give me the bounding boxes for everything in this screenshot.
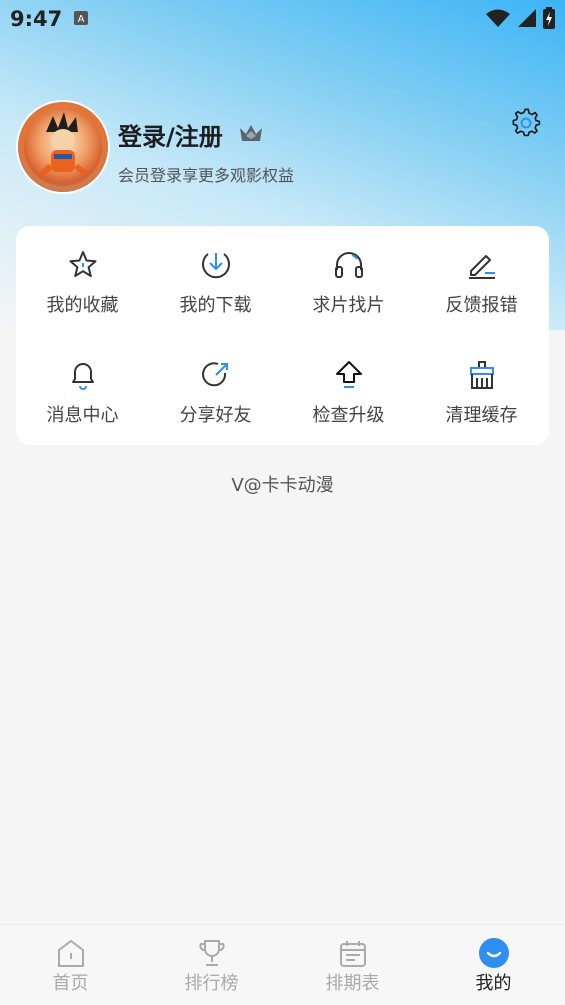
crown-icon	[240, 125, 262, 141]
trophy-icon	[198, 940, 225, 966]
grid-item-label: 检查升级	[312, 405, 385, 426]
grid-item-favorites[interactable]: 我的收藏	[16, 226, 149, 326]
tab-home[interactable]: 首页	[0, 925, 141, 1005]
bell-icon	[71, 363, 94, 390]
tab-mine[interactable]: 我的	[423, 925, 564, 1005]
share-icon	[201, 362, 228, 387]
login-subtitle: 会员登录享更多观影权益	[118, 166, 295, 185]
bottom-tab-bar: 首页 排行榜 排期表 我的	[0, 924, 565, 1005]
grid-item-downloads[interactable]: 我的下载	[149, 226, 282, 326]
grid-item-label: 我的收藏	[46, 295, 119, 316]
tab-schedule[interactable]: 排期表	[282, 925, 423, 1005]
tab-label: 排行榜	[184, 973, 239, 994]
grid-item-upgrade[interactable]: 检查升级	[282, 336, 415, 436]
wifi-icon	[486, 9, 510, 27]
version-text: V@卡卡动漫	[231, 475, 334, 496]
gear-icon[interactable]	[511, 108, 541, 138]
grid-item-clear-cache[interactable]: 清理缓存	[415, 336, 548, 436]
grid-item-request[interactable]: 求片找片	[282, 226, 415, 326]
broom-icon	[469, 361, 494, 389]
headphones-icon	[334, 252, 363, 278]
grid-item-messages[interactable]: 消息中心	[16, 336, 149, 436]
tab-label: 我的	[475, 973, 512, 994]
signal-icon	[518, 9, 536, 27]
home-icon	[57, 940, 84, 967]
star-icon	[69, 251, 96, 277]
grid-item-label: 求片找片	[312, 295, 385, 316]
login-register-link[interactable]: 登录/注册	[118, 117, 223, 152]
tab-label: 排期表	[325, 973, 380, 994]
avatar[interactable]	[16, 100, 110, 194]
status-icons	[485, 7, 555, 29]
status-time: 9:47	[10, 7, 63, 31]
status-bar: 9:47 A	[0, 0, 565, 38]
notification-icon: A	[74, 11, 88, 25]
grid-item-label: 消息中心	[46, 405, 119, 426]
grid-item-feedback[interactable]: 反馈报错	[415, 226, 548, 326]
avatar-image	[18, 102, 108, 192]
battery-icon	[543, 7, 555, 29]
tab-label: 首页	[52, 973, 89, 994]
edit-icon	[468, 255, 495, 279]
grid-item-label: 分享好友	[179, 405, 252, 426]
grid-item-label: 清理缓存	[445, 405, 518, 426]
calendar-icon	[339, 941, 366, 967]
profile-header[interactable]: 登录/注册 会员登录享更多观影权益	[16, 100, 549, 195]
feature-grid: 我的收藏 我的下载 求片找片 反馈报错 消息中心 分享好友 检查升级 清理缓存	[16, 226, 549, 445]
grid-item-share[interactable]: 分享好友	[149, 336, 282, 436]
smile-icon	[478, 938, 509, 968]
download-icon	[201, 253, 230, 279]
grid-item-label: 我的下载	[179, 295, 252, 316]
grid-item-label: 反馈报错	[445, 295, 518, 316]
svg-text:A: A	[78, 14, 85, 25]
tab-ranking[interactable]: 排行榜	[141, 925, 282, 1005]
upgrade-icon	[335, 361, 362, 388]
